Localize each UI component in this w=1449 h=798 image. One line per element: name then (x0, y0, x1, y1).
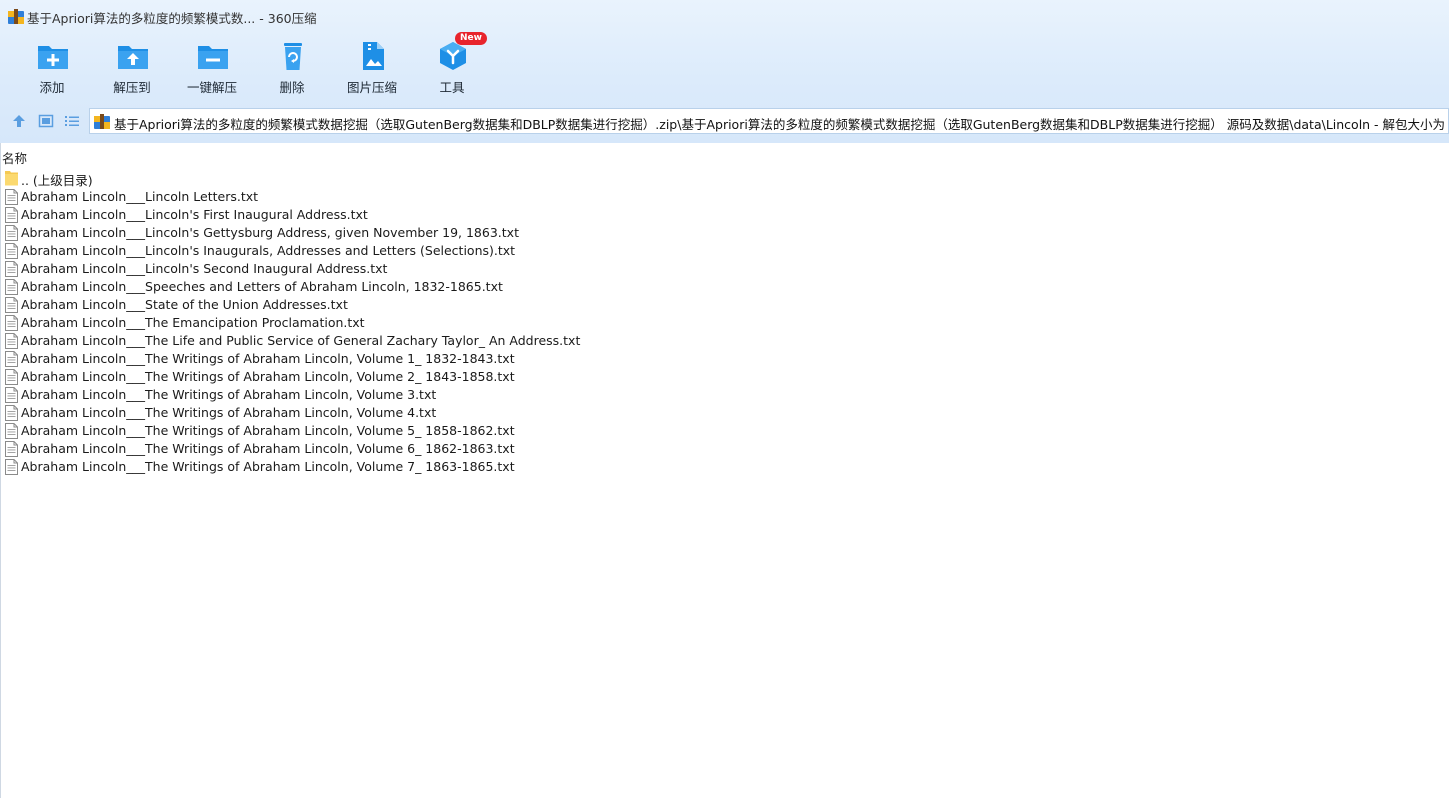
text-file-icon (5, 207, 18, 223)
list-item[interactable]: Abraham Lincoln___Lincoln's Inaugurals, … (0, 242, 1449, 260)
text-file-icon (5, 297, 18, 313)
list-item[interactable]: Abraham Lincoln___The Writings of Abraha… (0, 458, 1449, 476)
text-file-icon (5, 459, 18, 475)
file-name: Abraham Lincoln___State of the Union Add… (21, 297, 348, 312)
file-name: Abraham Lincoln___The Writings of Abraha… (21, 405, 437, 420)
text-file-icon (5, 423, 18, 439)
column-name-label: 名称 (2, 151, 28, 166)
list-item-parent[interactable]: .. (上级目录) (0, 169, 1449, 188)
file-name: Abraham Lincoln___The Writings of Abraha… (21, 387, 437, 402)
extract-to-icon (118, 46, 148, 69)
title-bar: 基于Apriori算法的多粒度的频繁模式数... - 360压缩 (0, 0, 1449, 32)
text-file-icon (5, 405, 18, 421)
one-click-extract-button[interactable]: 一键解压 (172, 36, 252, 100)
text-file-icon (5, 261, 18, 277)
text-file-icon (5, 369, 18, 385)
image-compress-icon (363, 42, 384, 70)
extract-to-button[interactable]: 解压到 (92, 36, 172, 100)
list-item[interactable]: Abraham Lincoln___Lincoln Letters.txt (0, 188, 1449, 206)
address-path: 基于Apriori算法的多粒度的频繁模式数据挖掘（选取GutenBerg数据集和… (114, 117, 1449, 132)
add-label: 添加 (39, 80, 65, 95)
list-item[interactable]: Abraham Lincoln___The Writings of Abraha… (0, 440, 1449, 458)
text-file-icon (5, 279, 18, 295)
list-item[interactable]: Abraham Lincoln___Lincoln's Gettysburg A… (0, 224, 1449, 242)
file-name: Abraham Lincoln___The Writings of Abraha… (21, 459, 515, 474)
up-arrow-icon[interactable] (11, 113, 27, 129)
add-folder-icon (38, 46, 68, 69)
file-name: Abraham Lincoln___The Writings of Abraha… (21, 351, 515, 366)
list-item[interactable]: Abraham Lincoln___State of the Union Add… (0, 296, 1449, 314)
list-item[interactable]: Abraham Lincoln___Lincoln's Second Inaug… (0, 260, 1449, 278)
extract-to-label: 解压到 (113, 80, 151, 95)
one-click-extract-label: 一键解压 (186, 80, 237, 95)
list-item[interactable]: Abraham Lincoln___The Emancipation Procl… (0, 314, 1449, 332)
one-click-extract-icon (198, 46, 228, 69)
file-name: Abraham Lincoln___Lincoln's Inaugurals, … (21, 243, 516, 258)
list-item[interactable]: Abraham Lincoln___The Writings of Abraha… (0, 422, 1449, 440)
text-file-icon (5, 387, 18, 403)
text-file-icon (5, 189, 18, 205)
image-compress-button[interactable]: 图片压缩 (332, 36, 412, 100)
list-item[interactable]: Abraham Lincoln___The Writings of Abraha… (0, 386, 1449, 404)
archive-app-icon (8, 9, 24, 24)
archive-icon (94, 114, 110, 129)
image-compress-label: 图片压缩 (346, 80, 397, 95)
folder-icon (5, 171, 18, 186)
address-bar[interactable]: 基于Apriori算法的多粒度的频繁模式数据挖掘（选取GutenBerg数据集和… (89, 108, 1449, 134)
add-button[interactable]: 添加 (12, 36, 92, 100)
text-file-icon (5, 351, 18, 367)
file-name: Abraham Lincoln___Lincoln's Second Inaug… (21, 261, 388, 276)
top-panel: 基于Apriori算法的多粒度的频繁模式数... - 360压缩 添加 解压到 (0, 0, 1449, 143)
text-file-icon (5, 333, 18, 349)
list-view-icon[interactable] (64, 113, 80, 129)
list-item[interactable]: Abraham Lincoln___The Writings of Abraha… (0, 350, 1449, 368)
file-name: Abraham Lincoln___Lincoln's First Inaugu… (21, 207, 368, 222)
new-badge: New (455, 32, 487, 45)
column-header-name[interactable]: 名称 (0, 146, 1449, 166)
list-item[interactable]: Abraham Lincoln___The Writings of Abraha… (0, 404, 1449, 422)
delete-button[interactable]: 删除 (252, 36, 332, 100)
list-item[interactable]: Abraham Lincoln___Speeches and Letters o… (0, 278, 1449, 296)
text-file-icon (5, 243, 18, 259)
delete-label: 删除 (279, 80, 305, 95)
file-name: Abraham Lincoln___Lincoln Letters.txt (21, 189, 259, 204)
text-file-icon (5, 441, 18, 457)
list-item[interactable]: Abraham Lincoln___The Life and Public Se… (0, 332, 1449, 350)
file-name: Abraham Lincoln___The Life and Public Se… (21, 333, 581, 348)
file-name: Abraham Lincoln___The Emancipation Procl… (21, 315, 365, 330)
tools-label: 工具 (439, 80, 465, 95)
recycle-bin-icon (284, 43, 302, 70)
file-name: Abraham Lincoln___The Writings of Abraha… (21, 441, 515, 456)
file-name: Abraham Lincoln___The Writings of Abraha… (21, 423, 515, 438)
parent-dir-label: .. (上级目录) (21, 173, 93, 188)
file-name: Abraham Lincoln___Lincoln's Gettysburg A… (21, 225, 519, 240)
list-item[interactable]: Abraham Lincoln___Lincoln's First Inaugu… (0, 206, 1449, 224)
toolbar: 添加 解压到 一键解压 删除 图片压缩 工具 (0, 36, 520, 102)
file-name: Abraham Lincoln___The Writings of Abraha… (21, 369, 515, 384)
text-file-icon (5, 225, 18, 241)
text-file-icon (5, 315, 18, 331)
file-name: Abraham Lincoln___Speeches and Letters o… (21, 279, 503, 294)
thumbnail-view-icon[interactable] (38, 113, 54, 129)
list-item[interactable]: Abraham Lincoln___The Writings of Abraha… (0, 368, 1449, 386)
window-title: 基于Apriori算法的多粒度的频繁模式数... - 360压缩 (27, 11, 317, 26)
tools-button[interactable]: 工具 (412, 36, 492, 100)
